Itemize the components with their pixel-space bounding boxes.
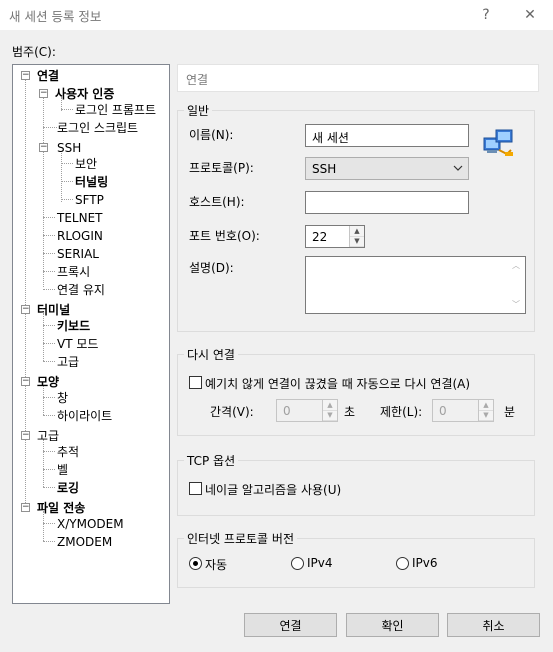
- spin-down-icon: ▼: [323, 410, 337, 421]
- tree-item-keyboard[interactable]: 키보드: [57, 319, 90, 333]
- spin-up-icon: ▲: [479, 400, 493, 411]
- protocol-label: 프로토콜(P):: [189, 161, 254, 175]
- tree-item-user-auth[interactable]: 사용자 인증: [55, 87, 114, 101]
- nagle-checkbox[interactable]: [189, 482, 202, 495]
- interval-unit: 초: [344, 405, 356, 419]
- reconnect-group: [177, 354, 535, 436]
- section-header: 연결: [177, 64, 539, 92]
- tree-item-tunneling[interactable]: 터널링: [75, 175, 108, 189]
- tree-item-file-transfer[interactable]: 파일 전송: [37, 501, 85, 515]
- tree-item-vt-mode[interactable]: VT 모드: [57, 337, 98, 351]
- help-button[interactable]: ?: [472, 3, 500, 27]
- reconnect-group-title: 다시 연결: [184, 346, 238, 363]
- tree-item-telnet[interactable]: TELNET: [57, 211, 103, 225]
- tree-item-appearance[interactable]: 모양: [37, 375, 59, 389]
- spin-down-icon: ▼: [479, 410, 493, 421]
- port-value: 22: [312, 230, 328, 244]
- limit-unit: 분: [504, 405, 516, 419]
- port-label: 포트 번호(O):: [189, 229, 260, 243]
- port-input[interactable]: 22 ▲ ▼: [305, 225, 365, 248]
- tree-item-logging[interactable]: 로깅: [57, 481, 79, 495]
- interval-spinner: ▲ ▼: [322, 400, 337, 421]
- name-input[interactable]: 새 세션: [305, 124, 469, 147]
- connect-button[interactable]: 연결: [244, 613, 337, 637]
- tcp-options-group-title: TCP 옵션: [184, 452, 239, 469]
- nagle-label[interactable]: 네이글 알고리즘을 사용(U): [205, 481, 341, 498]
- ipv6-radio[interactable]: [396, 557, 409, 570]
- expander-user-auth[interactable]: −: [39, 89, 48, 98]
- tree-item-zmodem[interactable]: ZMODEM: [57, 535, 112, 549]
- tree-item-bell[interactable]: 벨: [57, 463, 68, 477]
- category-tree[interactable]: − − − − − − − 연결 사용자 인증 로그인 프롬프트 로그인 스크립…: [12, 64, 170, 604]
- category-label: 범주(C):: [12, 45, 56, 59]
- interval-value: 0: [283, 404, 291, 418]
- tree-item-keepalive[interactable]: 연결 유지: [57, 283, 105, 297]
- tree-item-terminal[interactable]: 터미널: [37, 303, 70, 317]
- limit-input: 0 ▲ ▼: [432, 399, 494, 422]
- ip-version-group-title: 인터넷 프로토콜 버전: [184, 530, 297, 547]
- description-label: 설명(D):: [189, 261, 234, 275]
- expander-file-transfer[interactable]: −: [21, 503, 30, 512]
- spin-up-icon: ▲: [323, 400, 337, 411]
- tree-item-security[interactable]: 보안: [75, 157, 97, 171]
- expander-terminal[interactable]: −: [21, 305, 30, 314]
- scroll-down-icon[interactable]: ﹀: [512, 299, 520, 310]
- tree-item-serial[interactable]: SERIAL: [57, 247, 99, 261]
- network-computers-icon: [481, 126, 517, 162]
- ok-button[interactable]: 확인: [346, 613, 439, 637]
- expander-appearance[interactable]: −: [21, 377, 30, 386]
- interval-label: 간격(V):: [210, 405, 254, 419]
- description-scrollbar[interactable]: ︿ ﹀: [508, 257, 525, 313]
- interval-input: 0 ▲ ▼: [276, 399, 338, 422]
- tree-item-highlight[interactable]: 하이라이트: [57, 409, 112, 423]
- tree-item-advanced[interactable]: 고급: [37, 429, 59, 443]
- ipv4-radio[interactable]: [291, 557, 304, 570]
- port-spinner[interactable]: ▲ ▼: [349, 226, 364, 247]
- close-button[interactable]: ✕: [516, 3, 544, 27]
- title-bar: 새 세션 등록 정보 ? ✕: [0, 0, 553, 30]
- protocol-select-value: SSH: [312, 162, 337, 176]
- auto-reconnect-checkbox[interactable]: [189, 376, 202, 389]
- scroll-up-icon[interactable]: ︿: [512, 260, 520, 271]
- cancel-button[interactable]: 취소: [447, 613, 540, 637]
- tree-item-ssh[interactable]: SSH: [57, 141, 81, 155]
- tree-item-login-prompt[interactable]: 로그인 프롬프트: [75, 103, 156, 117]
- ip-auto-label[interactable]: 자동: [205, 556, 227, 573]
- window-title: 새 세션 등록 정보: [9, 9, 102, 24]
- tree-item-sftp[interactable]: SFTP: [75, 193, 104, 207]
- name-label: 이름(N):: [189, 128, 234, 142]
- general-group-title: 일반: [184, 102, 213, 119]
- tree-item-rlogin[interactable]: RLOGIN: [57, 229, 103, 243]
- tree-item-login-script[interactable]: 로그인 스크립트: [57, 121, 138, 135]
- expander-connection[interactable]: −: [21, 71, 30, 80]
- limit-value: 0: [439, 404, 447, 418]
- expander-advanced[interactable]: −: [21, 431, 30, 440]
- ipv4-label[interactable]: IPv4: [307, 556, 333, 570]
- tree-item-window[interactable]: 창: [57, 391, 68, 405]
- host-input[interactable]: [305, 191, 469, 214]
- host-label: 호스트(H):: [189, 195, 245, 209]
- tree-item-trace[interactable]: 추적: [57, 445, 79, 459]
- tree-item-xymodem[interactable]: X/YMODEM: [57, 517, 124, 531]
- chevron-down-icon: [453, 161, 463, 178]
- ip-auto-radio[interactable]: [189, 557, 202, 570]
- tree-item-terminal-advanced[interactable]: 고급: [57, 355, 79, 369]
- description-textarea[interactable]: ︿ ﹀: [305, 256, 526, 314]
- spin-up-icon[interactable]: ▲: [350, 226, 364, 237]
- ipv6-label[interactable]: IPv6: [412, 556, 438, 570]
- section-header-title: 연결: [186, 73, 209, 87]
- expander-ssh[interactable]: −: [39, 143, 48, 152]
- limit-spinner: ▲ ▼: [478, 400, 493, 421]
- spin-down-icon[interactable]: ▼: [350, 236, 364, 247]
- tree-item-proxy[interactable]: 프록시: [57, 265, 90, 279]
- tree-item-connection[interactable]: 연결: [37, 69, 59, 83]
- limit-label: 제한(L):: [380, 405, 423, 419]
- protocol-select[interactable]: SSH: [305, 157, 469, 180]
- auto-reconnect-label[interactable]: 예기치 않게 연결이 끊겼을 때 자동으로 다시 연결(A): [205, 375, 470, 392]
